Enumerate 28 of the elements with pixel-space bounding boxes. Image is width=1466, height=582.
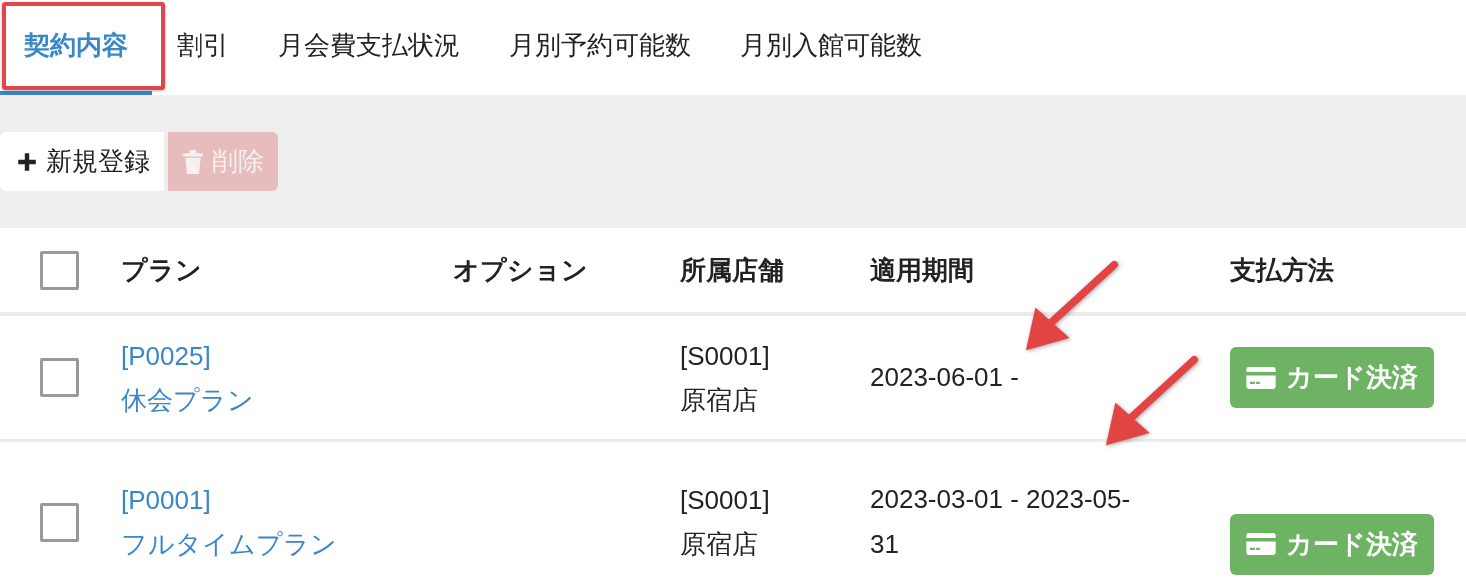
new-button[interactable]: 新規登録	[0, 132, 164, 191]
plan-link[interactable]: [P0001]	[121, 482, 211, 518]
store-name: 原宿店	[680, 383, 759, 417]
tab[interactable]: 割引	[153, 0, 253, 95]
period-text: 2023-03-01 - 2023-05-31	[870, 483, 1132, 561]
tab[interactable]: 月別予約可能数	[485, 0, 715, 95]
column-header: 支払方法	[1230, 254, 1334, 285]
period-text: 2023-06-01 -	[870, 361, 1020, 394]
store-code: [S0001]	[680, 339, 771, 373]
credit-card-icon	[1246, 366, 1276, 389]
column-header: オプション	[453, 254, 588, 285]
trash-icon	[182, 149, 204, 174]
credit-card-icon	[1246, 533, 1276, 555]
store-code: [S0001]	[680, 484, 771, 517]
plan-link[interactable]: 休会プラン	[121, 381, 254, 418]
row-checkbox[interactable]	[40, 358, 79, 397]
tab[interactable]: 月会費支払状況	[254, 0, 484, 95]
payment-badge[interactable]: カード決済	[1230, 347, 1434, 408]
row-checkbox[interactable]	[40, 502, 79, 542]
column-header: 適用期間	[870, 254, 974, 285]
plan-link[interactable]: フルタイムプラン	[121, 526, 337, 562]
store-name: 原宿店	[680, 528, 759, 561]
plan-link[interactable]: [P0025]	[121, 337, 211, 374]
column-header: プラン	[121, 254, 202, 285]
tab[interactable]: 月別入館可能数	[716, 0, 946, 95]
payment-badge[interactable]: カード決済	[1230, 513, 1434, 575]
select-all-checkbox[interactable]	[40, 250, 79, 290]
column-header: 所属店舗	[680, 254, 784, 285]
